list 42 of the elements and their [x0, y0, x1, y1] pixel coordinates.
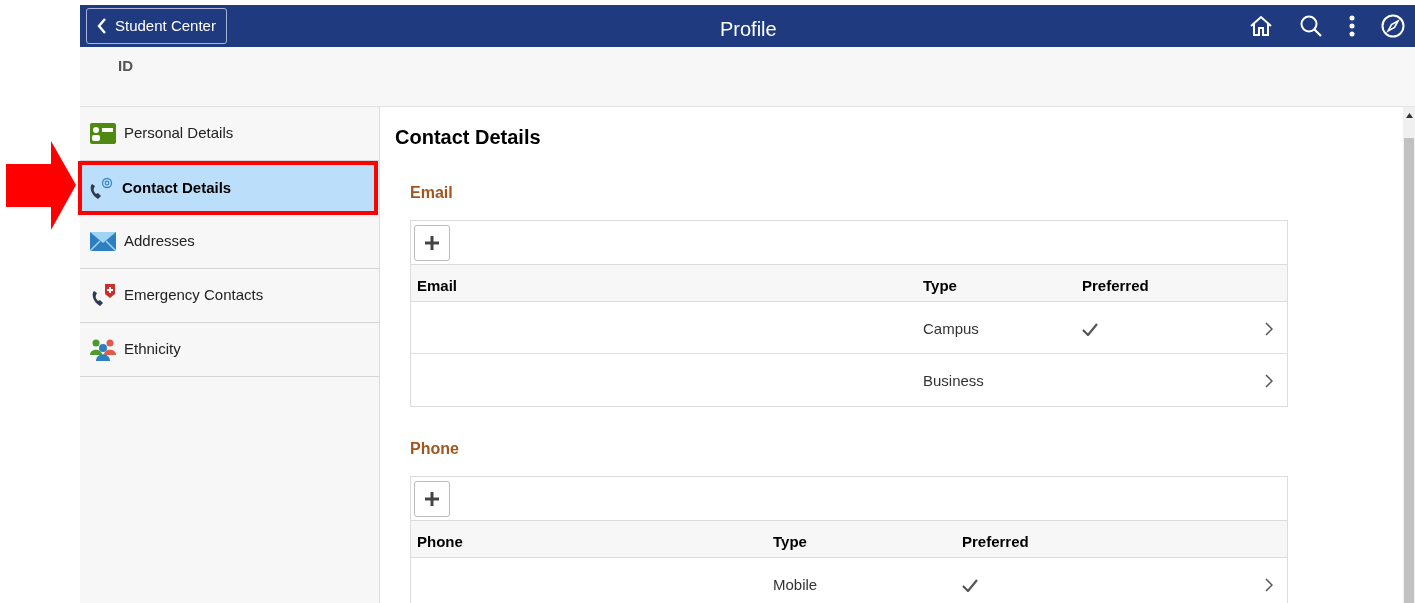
- phone-at-icon: [88, 176, 114, 200]
- scrollbar[interactable]: [1403, 107, 1415, 603]
- chevron-right-icon: [1265, 322, 1273, 336]
- chevron-right-icon: [1265, 374, 1273, 388]
- type-text: Campus: [923, 319, 979, 339]
- sidebar-item[interactable]: Addresses: [80, 215, 379, 269]
- column-header: Type: [923, 276, 957, 296]
- sidebar-item[interactable]: Emergency Contacts: [80, 269, 379, 323]
- compass-icon[interactable]: [1381, 14, 1405, 38]
- type-text: Mobile: [773, 575, 818, 595]
- column-header: Phone: [417, 532, 463, 552]
- chevron-right-icon: [1265, 578, 1273, 592]
- section-title: Contact Details: [395, 125, 541, 150]
- back-button[interactable]: Student Center: [86, 8, 227, 44]
- scroll-up-icon[interactable]: [1405, 113, 1413, 118]
- phone-plus-icon: [90, 284, 116, 307]
- add-button[interactable]: [414, 480, 450, 517]
- page-title: Profile: [720, 17, 777, 42]
- home-icon[interactable]: [1249, 15, 1273, 37]
- group-heading: Phone: [410, 439, 459, 459]
- scrollbar-thumb[interactable]: [1404, 138, 1414, 603]
- add-button[interactable]: [414, 224, 450, 261]
- column-header: Email: [417, 276, 458, 296]
- envelope-icon: [90, 230, 116, 253]
- group-heading: Email: [410, 183, 453, 203]
- column-header: Type: [773, 532, 807, 552]
- id-card-icon: [90, 122, 116, 145]
- plus-icon: [424, 234, 440, 251]
- sidebar-item[interactable]: Contact Details: [78, 161, 378, 215]
- sidebar-item[interactable]: Ethnicity: [80, 323, 379, 377]
- id-label: ID: [118, 57, 133, 74]
- type-text: Business: [923, 371, 984, 391]
- plus-icon: [424, 490, 440, 507]
- chevron-left-icon: [97, 18, 107, 34]
- more-icon[interactable]: [1349, 15, 1355, 37]
- table-row[interactable]: Campus: [411, 302, 1287, 354]
- column-header: Preferred: [1082, 276, 1149, 296]
- table-row[interactable]: Business: [411, 354, 1287, 406]
- search-icon[interactable]: [1299, 14, 1323, 38]
- column-header: Preferred: [962, 532, 1029, 552]
- people-icon: [90, 338, 116, 361]
- table-row[interactable]: Mobile: [411, 558, 1287, 603]
